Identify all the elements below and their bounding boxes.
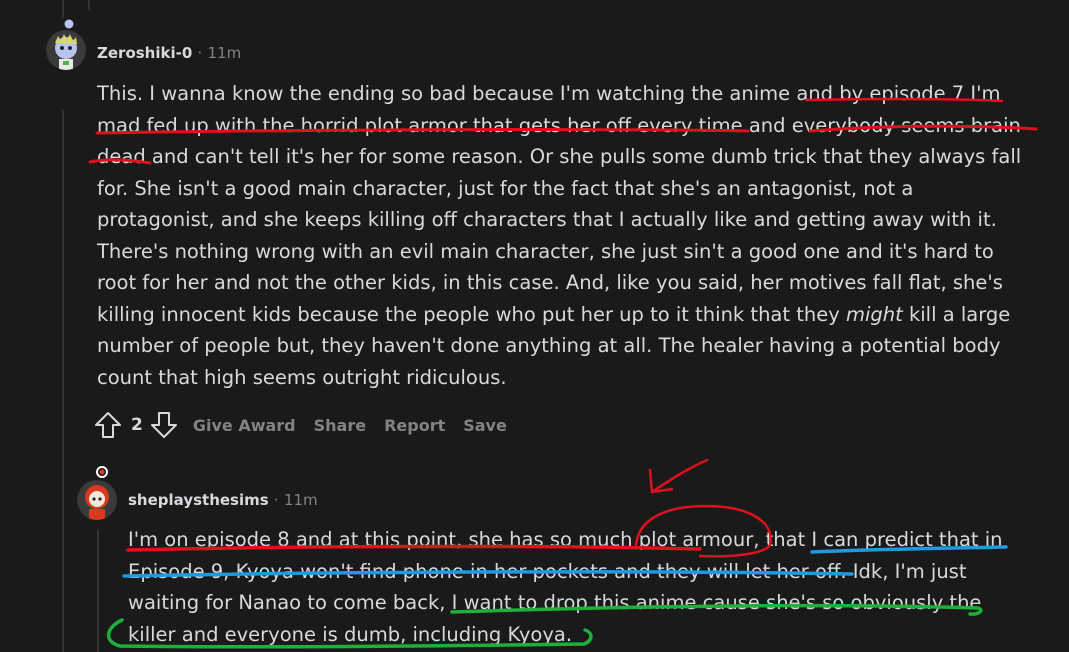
comment-line: This. I wanna know the ending so bad bec… [97, 82, 1001, 105]
comment-body: I'm on episode 8 and at this point, she … [128, 524, 1003, 650]
comment-line: count that high seems outright ridiculou… [97, 365, 507, 389]
separator: · [197, 44, 203, 62]
share-button[interactable]: Share [314, 416, 366, 435]
save-button[interactable]: Save [463, 416, 507, 435]
comment-line: protagonist, and she keeps killing off c… [97, 208, 997, 231]
comment-line: number of people but, they haven't done … [97, 334, 1001, 357]
comment-header: Zeroshiki-0 · 11m [97, 44, 241, 62]
timestamp[interactable]: 11m [208, 44, 242, 62]
red-arrow-icon [650, 458, 709, 494]
comment-line: Episode 9, Kyoya won't find phone in her… [128, 559, 967, 583]
timestamp[interactable]: 11m [284, 491, 318, 509]
online-dot-icon [64, 19, 74, 29]
comment-line: I'm on episode 8 and at this point, she … [128, 528, 1003, 551]
text-span: kill a large [902, 302, 1011, 326]
comment-line: for. She isn't a good main character, ju… [97, 176, 914, 200]
comment-line: root for her and not the other kids, in … [97, 271, 1003, 294]
report-button[interactable]: Report [384, 416, 445, 435]
username[interactable]: Zeroshiki-0 [97, 44, 192, 62]
snoo-avatar-icon [46, 30, 86, 70]
comment-header: sheplaysthesims · 11m [128, 491, 318, 509]
avatar[interactable] [46, 30, 86, 70]
comment-line: dead and can't tell it's her for some re… [97, 145, 1022, 168]
comment-line: There's nothing wrong with an evil main … [97, 239, 994, 263]
comment-line: mad fed up with the horrid plot armor th… [97, 113, 1021, 137]
username[interactable]: sheplaysthesims [128, 491, 269, 509]
thread-line[interactable] [97, 530, 99, 652]
red-arrow-icon [648, 468, 674, 494]
text-span: killing innocent kids because the people… [97, 302, 846, 326]
thread-line[interactable] [88, 0, 90, 10]
snoo-avatar-icon [77, 480, 117, 520]
separator: · [273, 491, 279, 509]
comment-line: waiting for Nanao to come back, I want t… [128, 591, 982, 614]
upvote-icon[interactable] [93, 410, 123, 440]
comment-line: killing innocent kids because the people… [97, 299, 1021, 331]
online-dot-icon [96, 466, 108, 478]
emphasis: might [845, 302, 903, 326]
give-award-button[interactable]: Give Award [193, 416, 296, 435]
comment-actions: 2 Give Award Share Report Save [93, 410, 525, 440]
thread-line[interactable] [62, 110, 64, 652]
vote-count: 2 [131, 415, 143, 435]
avatar[interactable] [77, 480, 117, 520]
thread-line[interactable] [62, 0, 64, 18]
comment-body: This. I wanna know the ending so bad bec… [97, 78, 1021, 393]
downvote-icon[interactable] [149, 410, 179, 440]
comment-line: killer and everyone is dumb, including K… [128, 622, 573, 646]
